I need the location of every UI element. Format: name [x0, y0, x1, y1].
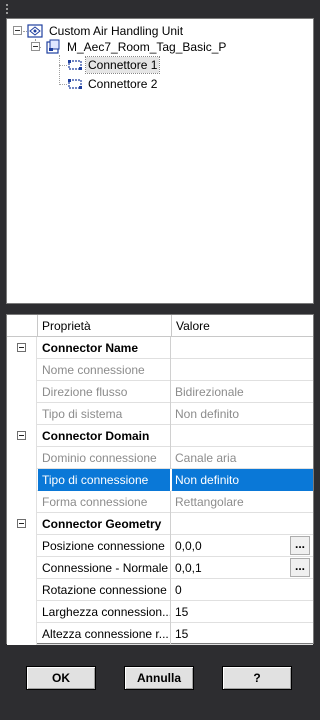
row-gutter [7, 491, 37, 513]
property-value [172, 513, 313, 535]
header-property[interactable]: Proprietà [38, 315, 172, 337]
property-grid[interactable]: Proprietà Valore Connector Name Nome con… [6, 314, 314, 645]
tree-node-root[interactable]: Custom Air Handling Unit [7, 23, 307, 39]
tree-node-family[interactable]: M_Aec7_Room_Tag_Basic_P [7, 39, 307, 55]
row-gutter [7, 337, 37, 359]
property-row[interactable]: Posizione connessione 0,0,0 ... [7, 535, 313, 557]
panel-grip[interactable] [6, 4, 9, 14]
tree-node-label: Custom Air Handling Unit [49, 24, 184, 38]
property-value: Canale aria [175, 451, 237, 465]
collapse-toggle[interactable] [17, 431, 26, 440]
property-name: Larghezza connession... [38, 601, 171, 623]
help-button[interactable]: ? [222, 666, 292, 690]
property-name: Rotazione connessione [38, 579, 171, 601]
property-value: Rettangolare [175, 495, 244, 509]
tree-node-label: Connettore 1 [84, 56, 161, 74]
collapse-toggle[interactable] [17, 519, 26, 528]
row-gutter [7, 579, 37, 601]
connector-icon [67, 76, 83, 92]
property-value: Bidirezionale [175, 385, 244, 399]
value-text: 0,0,0 [175, 539, 202, 553]
row-gutter [7, 403, 37, 425]
collapse-toggle[interactable] [17, 343, 26, 352]
row-gutter [7, 447, 37, 469]
property-name: Connector Name [38, 337, 171, 359]
property-row[interactable]: Forma connessione Rettangolare [7, 491, 313, 513]
cancel-button[interactable]: Annulla [124, 666, 194, 690]
category-row-connector-domain[interactable]: Connector Domain [7, 425, 313, 447]
tree-node-connector-1[interactable]: Connettore 1 [7, 56, 307, 74]
property-value-field[interactable]: 0,0,0 ... [172, 535, 313, 557]
property-name: Dominio connessione [38, 447, 171, 469]
row-gutter [7, 623, 37, 645]
browse-button[interactable]: ... [290, 536, 310, 555]
property-value [172, 359, 313, 381]
property-name: Tipo di sistema [38, 403, 171, 425]
property-name: Posizione connessione [38, 535, 171, 557]
property-row[interactable]: Dominio connessione Canale aria [7, 447, 313, 469]
property-row[interactable]: Nome connessione [7, 359, 313, 381]
property-name: Nome connessione [38, 359, 171, 381]
grid-header: Proprietà Valore [7, 315, 313, 337]
collapse-toggle[interactable] [13, 26, 22, 35]
property-value-field[interactable]: 0,0,1 ... [172, 557, 313, 579]
property-value [172, 337, 313, 359]
property-name: Forma connessione [38, 491, 171, 513]
property-row-selected[interactable]: Tipo di connessione Non definito [7, 469, 313, 491]
row-gutter [7, 601, 37, 623]
row-gutter [7, 381, 37, 403]
property-row[interactable]: Direzione flusso Bidirezionale [7, 381, 313, 403]
header-value[interactable]: Valore [172, 315, 313, 337]
property-value-field[interactable]: 15 [172, 623, 313, 645]
property-value: Non definito [175, 407, 240, 421]
category-row-connector-name[interactable]: Connector Name [7, 337, 313, 359]
row-gutter [7, 535, 37, 557]
property-value-dropdown[interactable]: Non definito [172, 469, 313, 491]
row-gutter [7, 513, 37, 535]
row-gutter [7, 557, 37, 579]
property-value-field[interactable]: 0 [172, 579, 313, 601]
property-row[interactable]: Connessione - Normale 0,0,1 ... [7, 557, 313, 579]
tree-node-connector-2[interactable]: Connettore 2 [7, 76, 307, 92]
family-icon [45, 39, 61, 55]
connector-icon [67, 57, 83, 73]
property-name: Direzione flusso [38, 381, 171, 403]
tree-node-label: M_Aec7_Room_Tag_Basic_P [67, 40, 227, 54]
property-name: Altezza connessione r... [38, 623, 171, 645]
property-name: Connessione - Normale [38, 557, 171, 579]
category-row-connector-geometry[interactable]: Connector Geometry [7, 513, 313, 535]
row-gutter [7, 359, 37, 381]
connector-tree[interactable]: Custom Air Handling Unit M_Aec7_Room_Tag… [6, 18, 314, 304]
property-value-field[interactable]: 15 [172, 601, 313, 623]
property-row[interactable]: Altezza connessione r... 15 [7, 623, 313, 645]
row-gutter [7, 469, 37, 491]
ok-button[interactable]: OK [26, 666, 96, 690]
property-row[interactable]: Rotazione connessione 0 [7, 579, 313, 601]
tree-node-label: Connettore 2 [88, 77, 158, 91]
air-handling-unit-icon [27, 23, 43, 39]
header-gutter [7, 315, 38, 337]
property-row[interactable]: Larghezza connession... 15 [7, 601, 313, 623]
row-gutter [7, 425, 37, 447]
property-name: Tipo di connessione [38, 469, 171, 491]
property-value [172, 425, 313, 447]
property-name: Connector Domain [38, 425, 171, 447]
value-text: 0,0,1 [175, 561, 202, 575]
collapse-toggle[interactable] [31, 42, 40, 51]
property-name: Connector Geometry [38, 513, 171, 535]
browse-button[interactable]: ... [290, 558, 310, 577]
property-row[interactable]: Tipo di sistema Non definito [7, 403, 313, 425]
